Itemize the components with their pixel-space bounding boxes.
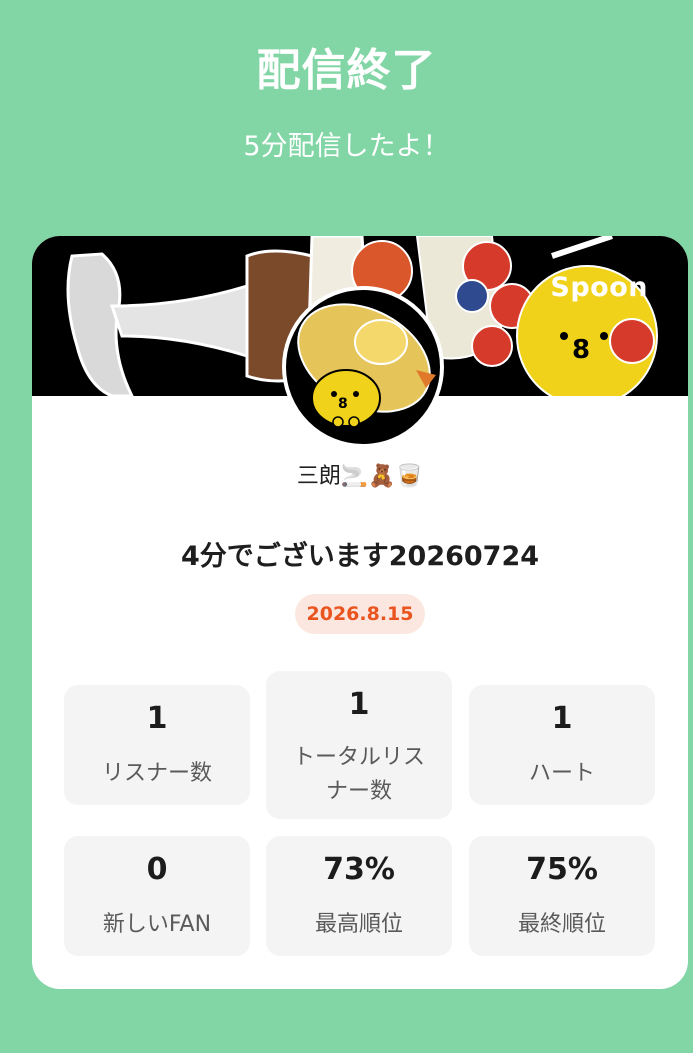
stat-label: トータルリスナー数	[292, 745, 425, 804]
stat-highest-rank: 73% 最高順位	[266, 836, 452, 956]
stat-label: 新しいFAN	[102, 912, 212, 937]
username: 三朗🚬🧸🥃	[296, 464, 424, 489]
stat-total-listeners: 1 トータルリスナー数	[266, 671, 452, 819]
stream-summary-card: 8 Spoon 8 三朗🚬🧸🥃 4分でございます20260724 2026.8.…	[32, 236, 688, 989]
stat-value: 0	[146, 852, 168, 887]
stat-final-rank: 75% 最終順位	[469, 836, 655, 956]
avatar[interactable]: 8	[282, 286, 444, 448]
page-title: 配信終了	[256, 45, 437, 96]
stat-listeners: 1 リスナー数	[64, 685, 250, 805]
stat-label: ハート	[528, 761, 595, 786]
svg-text:8: 8	[338, 396, 348, 412]
svg-text:8: 8	[572, 335, 590, 365]
spoon-logo: Spoon	[550, 272, 648, 303]
stat-value: 73%	[323, 852, 395, 887]
stat-value: 75%	[526, 852, 598, 887]
stat-value: 1	[551, 701, 573, 736]
stat-label: リスナー数	[101, 761, 212, 786]
stat-new-fans: 0 新しいFAN	[64, 836, 250, 956]
page-subtitle: 5分配信したよ！	[243, 131, 450, 162]
stat-value: 1	[348, 687, 370, 722]
stat-hearts: 1 ハート	[469, 685, 655, 805]
stat-label: 最終順位	[517, 912, 606, 937]
stream-title: 4分でございます20260724	[180, 541, 540, 572]
date-badge: 2026.8.15	[295, 594, 425, 634]
chick-with-hat-icon: 8	[297, 303, 436, 428]
stat-label: 最高順位	[314, 912, 403, 937]
stat-value: 1	[146, 701, 168, 736]
